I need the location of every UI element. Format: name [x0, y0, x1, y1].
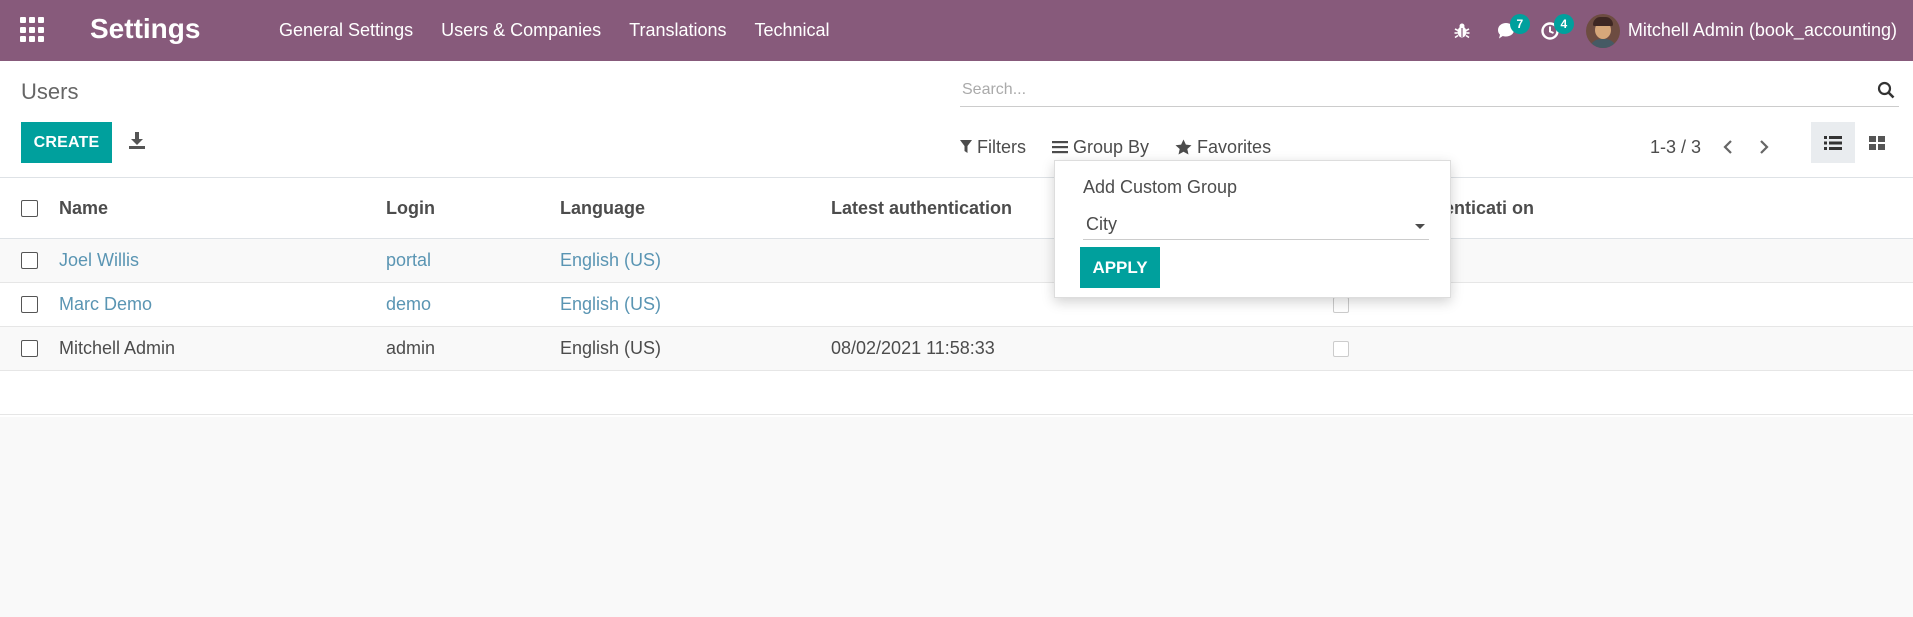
cell-name[interactable]: Mitchell Admin: [59, 338, 175, 359]
star-icon: [1175, 139, 1192, 155]
cell-login[interactable]: demo: [386, 294, 431, 315]
bars-icon: [1052, 140, 1068, 154]
cell-login[interactable]: portal: [386, 250, 431, 271]
chevron-left-icon[interactable]: [1723, 137, 1737, 157]
favorites-toggle[interactable]: Favorites: [1175, 137, 1271, 158]
cell-language[interactable]: English (US): [560, 250, 661, 271]
row-checkbox[interactable]: [21, 340, 38, 357]
empty-row: [0, 371, 1913, 415]
cell-latest-auth: 08/02/2021 11:58:33: [831, 338, 995, 358]
menu-general-settings[interactable]: General Settings: [265, 20, 427, 41]
filters-toggle[interactable]: Filters: [960, 137, 1026, 158]
breadcrumb: Users: [21, 79, 79, 104]
pager-value[interactable]: 1-3 / 3: [1650, 137, 1701, 158]
cell-name[interactable]: Marc Demo: [59, 294, 152, 315]
column-header-login[interactable]: Login: [386, 198, 435, 219]
avatar: [1585, 13, 1620, 48]
pager: 1-3 / 3: [1650, 132, 1773, 162]
table-header: Name Login Language Latest authenticatio…: [0, 178, 1913, 239]
systray: 7 4 Mitchell Admin (book_accounting): [1440, 0, 1913, 61]
debug-bug-icon[interactable]: [1440, 0, 1484, 61]
add-custom-group-title: Add Custom Group: [1083, 177, 1238, 197]
list-view-icon[interactable]: [1811, 122, 1855, 163]
app-title: Settings: [90, 13, 201, 44]
column-header-language[interactable]: Language: [560, 198, 645, 219]
custom-group-select[interactable]: City: [1083, 210, 1429, 240]
table-row[interactable]: Marc Demo demo English (US): [0, 283, 1913, 327]
column-header-latest-authentication[interactable]: Latest authentication: [831, 198, 1012, 219]
search-options: Filters Group By Favorites: [960, 132, 1297, 162]
view-switcher: [1811, 122, 1899, 163]
menu-technical[interactable]: Technical: [741, 20, 844, 41]
activities-badge: 4: [1553, 14, 1574, 34]
user-name: Mitchell Admin (book_accounting): [1627, 20, 1897, 40]
group-by-label: Group By: [1073, 136, 1150, 157]
cell-language[interactable]: English (US): [560, 338, 661, 359]
apps-grid-icon[interactable]: [20, 17, 46, 43]
filter-funnel-icon: [960, 140, 972, 154]
messages-badge: 7: [1509, 14, 1530, 34]
chevron-right-icon[interactable]: [1759, 137, 1773, 157]
table-row[interactable]: Joel Willis portal English (US): [0, 239, 1913, 283]
column-header-name[interactable]: Name: [59, 198, 108, 219]
row-checkbox[interactable]: [21, 252, 38, 269]
top-navbar: Settings General Settings Users & Compan…: [0, 0, 1913, 61]
download-icon[interactable]: [128, 130, 148, 152]
two-factor-checkbox: [1333, 296, 1349, 313]
user-menu[interactable]: Mitchell Admin (book_accounting): [1572, 0, 1913, 61]
users-list: Name Login Language Latest authenticatio…: [0, 178, 1913, 417]
main-menu: General Settings Users & Companies Trans…: [265, 0, 844, 61]
group-by-dropdown: Add Custom Group City APPLY: [1054, 160, 1451, 298]
select-all-checkbox[interactable]: [21, 199, 38, 217]
messages-icon[interactable]: 7: [1484, 0, 1530, 61]
two-factor-checkbox: [1333, 340, 1349, 357]
cell-language[interactable]: English (US): [560, 294, 661, 315]
menu-translations[interactable]: Translations: [615, 20, 740, 41]
control-panel: Users CREATE Filters Group By: [0, 61, 1913, 178]
apply-button[interactable]: APPLY: [1080, 247, 1160, 288]
row-checkbox[interactable]: [21, 296, 38, 313]
favorites-label: Favorites: [1197, 136, 1272, 157]
cell-name[interactable]: Joel Willis: [59, 250, 139, 271]
group-by-toggle[interactable]: Group By: [1052, 137, 1149, 158]
table-row[interactable]: Mitchell Admin admin English (US) 08/02/…: [0, 327, 1913, 371]
menu-users-companies[interactable]: Users & Companies: [427, 20, 615, 41]
filters-label: Filters: [977, 136, 1026, 157]
search-icon[interactable]: [1877, 81, 1897, 101]
search-input[interactable]: [960, 75, 1860, 105]
kanban-view-icon[interactable]: [1855, 122, 1899, 163]
custom-group-selected: City: [1086, 214, 1117, 234]
caret-down-icon: [1415, 224, 1425, 229]
create-button[interactable]: CREATE: [21, 122, 112, 163]
search-box: [960, 75, 1899, 107]
cell-login[interactable]: admin: [386, 338, 435, 359]
activities-clock-icon[interactable]: 4: [1528, 0, 1574, 61]
